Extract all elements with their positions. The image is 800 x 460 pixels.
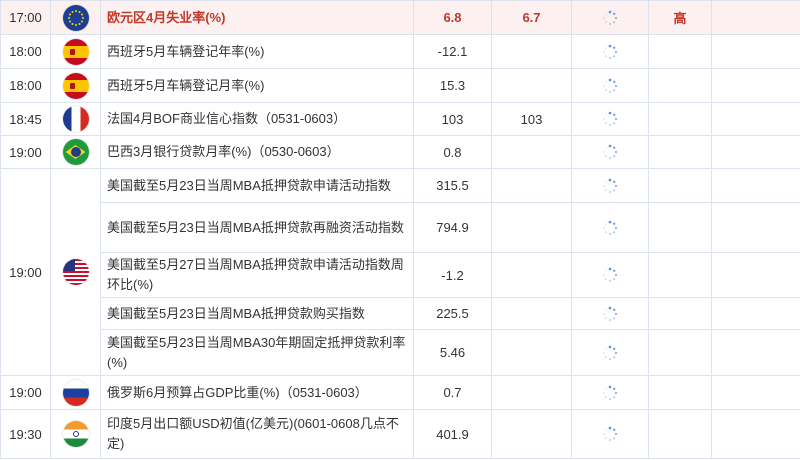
table-row[interactable]: 18:45 法国4月BOF商业信心指数（0531-0603） 103 103 [0, 102, 800, 136]
forecast-value [491, 202, 572, 253]
loading-spinner-icon [603, 267, 618, 282]
actual-value: 103 [413, 102, 492, 136]
actual-value: 0.7 [413, 375, 492, 410]
importance-badge [648, 375, 712, 410]
importance-badge [648, 168, 712, 203]
importance-badge [648, 135, 712, 169]
forecast-value [491, 329, 572, 376]
importance-badge: 高 [648, 0, 712, 35]
loading-spinner-icon [603, 44, 618, 59]
indicator-name[interactable]: 美国截至5月23日当周MBA抵押贷款再融资活动指数 [100, 202, 414, 253]
loading-spinner-icon [603, 306, 618, 321]
brazil-flag-icon [62, 139, 89, 165]
actual-value: 0.8 [413, 135, 492, 169]
actual-value: 794.9 [413, 202, 492, 253]
india-flag-icon [62, 421, 89, 447]
forecast-value: 103 [491, 102, 572, 136]
importance-badge [648, 202, 712, 253]
indicator-name[interactable]: 印度5月出口额USD初值(亿美元)(0601-0608几点不定) [100, 409, 414, 459]
loading-spinner-icon [603, 345, 618, 360]
loading-spinner-icon [603, 385, 618, 400]
table-row[interactable]: 17:00 欧元区4月失业率(%) 6.8 6.7 高 [0, 0, 800, 35]
indicator-name[interactable]: 美国截至5月23日当周MBA30年期固定抵押贷款利率(%) [100, 329, 414, 376]
table-row[interactable]: 19:30 印度5月出口额USD初值(亿美元)(0601-0608几点不定) 4… [0, 409, 800, 459]
table-row[interactable]: 18:00 西班牙5月车辆登记年率(%) -12.1 [0, 34, 800, 69]
usa-flag-icon [62, 259, 89, 285]
spain-flag-icon [62, 38, 89, 65]
event-time: 19:30 [0, 409, 51, 459]
loading-spinner-icon [603, 426, 618, 441]
forecast-value: 6.7 [491, 0, 572, 35]
loading-spinner-icon [603, 178, 618, 193]
event-time: 19:00 [0, 135, 51, 169]
indicator-name[interactable]: 西班牙5月车辆登记年率(%) [100, 34, 414, 69]
actual-value: 6.8 [413, 0, 492, 35]
event-time: 18:00 [0, 34, 51, 69]
table-row[interactable]: 19:00 巴西3月银行贷款月率(%)（0530-0603） 0.8 [0, 135, 800, 169]
importance-badge [648, 297, 712, 330]
event-time: 18:45 [0, 102, 51, 136]
table-row[interactable]: 19:00 美国截至5月23日当周MBA抵押贷款申请活动指数 315.5 [0, 168, 800, 376]
actual-value: 225.5 [413, 297, 492, 330]
forecast-value [491, 135, 572, 169]
actual-value: 15.3 [413, 68, 492, 103]
eu-flag-icon [62, 4, 89, 31]
importance-badge [648, 68, 712, 103]
forecast-value [491, 68, 572, 103]
event-time: 19:00 [0, 375, 51, 410]
event-time: 18:00 [0, 68, 51, 103]
importance-badge [648, 409, 712, 459]
indicator-name[interactable]: 俄罗斯6月预算占GDP比重(%)（0531-0603） [100, 375, 414, 410]
actual-value: 315.5 [413, 168, 492, 203]
table-row[interactable]: 美国截至5月23日当周MBA30年期固定抵押贷款利率(%) 5.46 [1, 329, 800, 376]
table-row[interactable]: 美国截至5月23日当周MBA抵押贷款再融资活动指数 794.9 [1, 202, 800, 253]
russia-flag-icon [62, 379, 89, 406]
importance-badge [648, 252, 712, 298]
forecast-value [491, 34, 572, 69]
loading-spinner-icon [603, 144, 618, 159]
indicator-name[interactable]: 巴西3月银行贷款月率(%)（0530-0603） [100, 135, 414, 169]
event-time: 17:00 [0, 0, 51, 35]
france-flag-icon [62, 106, 89, 132]
actual-value: 401.9 [413, 409, 492, 459]
loading-spinner-icon [603, 220, 618, 235]
table-row[interactable]: 美国截至5月23日当周MBA抵押贷款购买指数 225.5 [1, 297, 800, 330]
table-row[interactable]: 19:00 俄罗斯6月预算占GDP比重(%)（0531-0603） 0.7 [0, 375, 800, 410]
actual-value: -1.2 [413, 252, 492, 298]
indicator-name[interactable]: 欧元区4月失业率(%) [100, 0, 414, 35]
table-row[interactable]: 18:00 西班牙5月车辆登记月率(%) 15.3 [0, 68, 800, 103]
forecast-value [491, 168, 572, 203]
forecast-value [491, 409, 572, 459]
indicator-name[interactable]: 西班牙5月车辆登记月率(%) [100, 68, 414, 103]
forecast-value [491, 375, 572, 410]
actual-value: 5.46 [413, 329, 492, 376]
indicator-name[interactable]: 美国截至5月23日当周MBA抵押贷款购买指数 [100, 297, 414, 330]
importance-badge [648, 34, 712, 69]
spain-flag-icon [62, 72, 89, 99]
loading-spinner-icon [603, 78, 618, 93]
loading-spinner-icon [603, 111, 618, 126]
forecast-value [491, 252, 572, 298]
indicator-name[interactable]: 美国截至5月27日当周MBA抵押贷款申请活动指数周环比(%) [100, 252, 414, 298]
economic-calendar-table: 17:00 欧元区4月失业率(%) 6.8 6.7 高 18:00 西班牙5月车… [0, 0, 800, 459]
forecast-value [491, 297, 572, 330]
actual-value: -12.1 [413, 34, 492, 69]
importance-badge [648, 102, 712, 136]
indicator-name[interactable]: 法国4月BOF商业信心指数（0531-0603） [100, 102, 414, 136]
table-row[interactable]: 美国截至5月27日当周MBA抵押贷款申请活动指数周环比(%) -1.2 [1, 252, 800, 298]
indicator-name[interactable]: 美国截至5月23日当周MBA抵押贷款申请活动指数 [100, 168, 414, 203]
loading-spinner-icon [603, 10, 618, 25]
event-time: 19:00 [0, 168, 51, 376]
importance-badge [648, 329, 712, 376]
